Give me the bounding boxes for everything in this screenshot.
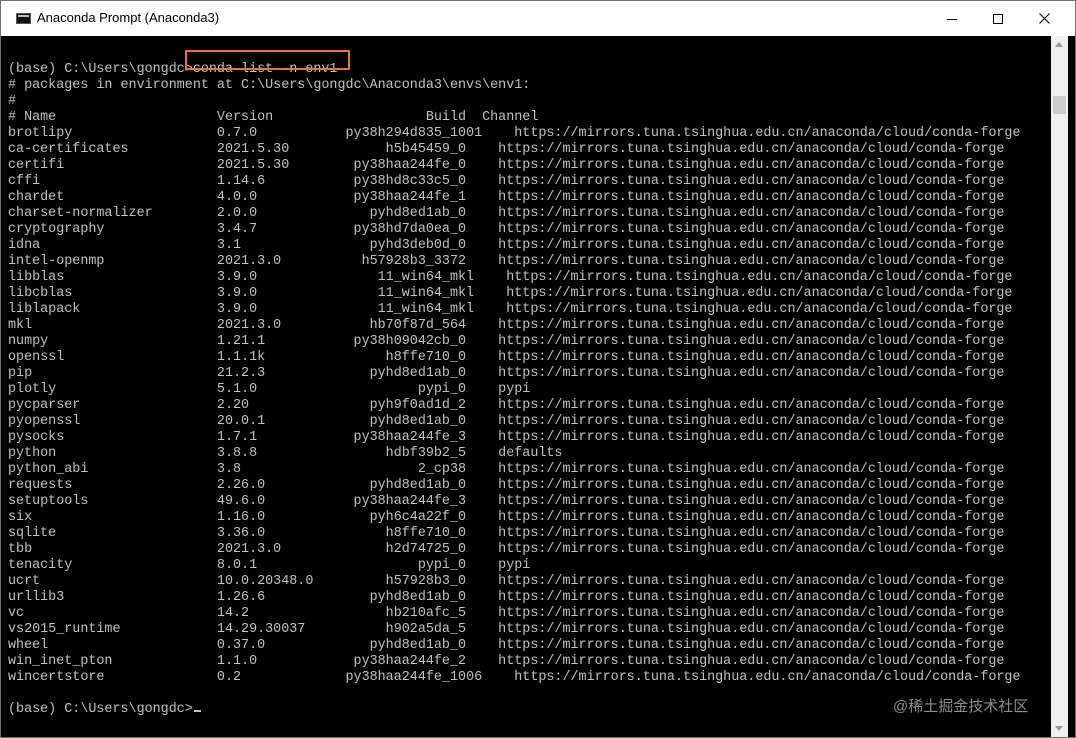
console-line: cryptography 3.4.7 py38hd7da0ea_0 https:…: [8, 222, 1005, 237]
console-line: ca-certificates 2021.5.30 h5b45459_0 htt…: [8, 142, 1005, 157]
console-line: requests 2.26.0 pyhd8ed1ab_0 https://mir…: [8, 478, 1005, 493]
console-line: #: [8, 94, 17, 109]
vertical-scrollbar[interactable]: [1051, 36, 1068, 737]
console-line: liblapack 3.9.0 11_win64_mkl https://mir…: [8, 302, 1013, 317]
console-line: tbb 2021.3.0 h2d74725_0 https://mirrors.…: [8, 542, 1005, 557]
console-line: ucrt 10.0.20348.0 h57928b3_0 https://mir…: [8, 574, 1005, 589]
console-line: charset-normalizer 2.0.0 pyhd8ed1ab_0 ht…: [8, 206, 1005, 221]
window-title: Anaconda Prompt (Anaconda3): [37, 10, 220, 25]
console-line: certifi 2021.5.30 py38haa244fe_0 https:/…: [8, 158, 1005, 173]
scrollbar-thumb[interactable]: [1053, 96, 1066, 114]
text-cursor: [193, 710, 201, 712]
console-line: # Name Version Build Channel: [8, 110, 539, 125]
console-line: # packages in environment at C:\Users\go…: [8, 78, 531, 93]
console-line: six 1.16.0 pyh6c4a22f_0 https://mirrors.…: [8, 510, 1005, 525]
console-line: chardet 4.0.0 py38haa244fe_1 https://mir…: [8, 190, 1005, 205]
console-line: pip 21.2.3 pyhd8ed1ab_0 https://mirrors.…: [8, 366, 1005, 381]
console-line: numpy 1.21.1 py38h09042cb_0 https://mirr…: [8, 334, 1005, 349]
console-line: wincertstore 0.2 py38haa244fe_1006 https…: [8, 670, 1021, 685]
maximize-icon: [993, 14, 1003, 24]
close-icon: [1039, 13, 1050, 24]
console-line: mkl 2021.3.0 hb70f87d_564 https://mirror…: [8, 318, 1005, 333]
console-line: pycparser 2.20 pyh9f0ad1d_2 https://mirr…: [8, 398, 1005, 413]
console-line: setuptools 49.6.0 py38haa244fe_3 https:/…: [8, 494, 1005, 509]
watermark: @稀土掘金技术社区: [893, 698, 1029, 715]
console-line: plotly 5.1.0 pypi_0 pypi: [8, 382, 531, 397]
minimize-button[interactable]: [929, 1, 975, 36]
console-line: sqlite 3.36.0 h8ffe710_0 https://mirrors…: [8, 526, 1005, 541]
console-line: pyopenssl 20.0.1 pyhd8ed1ab_0 https://mi…: [8, 414, 1005, 429]
console-line: python 3.8.8 hdbf39b2_5 defaults: [8, 446, 563, 461]
console-line: idna 3.1 pyhd3deb0d_0 https://mirrors.tu…: [8, 238, 1005, 253]
console-icon: [16, 13, 31, 24]
console-line: vs2015_runtime 14.29.30037 h902a5da_5 ht…: [8, 622, 1005, 637]
console-line: tenacity 8.0.1 pypi_0 pypi: [8, 558, 531, 573]
console-line: vc 14.2 hb210afc_5 https://mirrors.tuna.…: [8, 606, 1005, 621]
command-highlight-box: [185, 50, 350, 70]
console-line: (base) C:\Users\gongdc>: [8, 702, 201, 718]
console-line: intel-openmp 2021.3.0 h57928b3_3372 http…: [8, 254, 1005, 269]
console-window: Anaconda Prompt (Anaconda3) (base) C:\Us…: [0, 0, 1076, 738]
scroll-up-arrow-icon[interactable]: [1051, 36, 1068, 53]
console-line: libcblas 3.9.0 11_win64_mkl https://mirr…: [8, 286, 1013, 301]
console-output[interactable]: (base) C:\Users\gongdc>conda list -n env…: [1, 36, 1051, 737]
console-line: pysocks 1.7.1 py38haa244fe_3 https://mir…: [8, 430, 1005, 445]
console-line: openssl 1.1.1k h8ffe710_0 https://mirror…: [8, 350, 1005, 365]
title-bar[interactable]: Anaconda Prompt (Anaconda3): [1, 1, 1075, 36]
scroll-down-arrow-icon[interactable]: [1051, 720, 1068, 737]
console-line: python_abi 3.8 2_cp38 https://mirrors.tu…: [8, 462, 1005, 477]
console-line: cffi 1.14.6 py38hd8c33c5_0 https://mirro…: [8, 174, 1005, 189]
console-line: win_inet_pton 1.1.0 py38haa244fe_2 https…: [8, 654, 1005, 669]
close-button[interactable]: [1021, 1, 1067, 36]
minimize-icon: [947, 19, 957, 20]
maximize-button[interactable]: [975, 1, 1021, 36]
console-line: brotlipy 0.7.0 py38h294d835_1001 https:/…: [8, 126, 1021, 141]
console-line: urllib3 1.26.6 pyhd8ed1ab_0 https://mirr…: [8, 590, 1005, 605]
console-line: wheel 0.37.0 pyhd8ed1ab_0 https://mirror…: [8, 638, 1005, 653]
console-line: libblas 3.9.0 11_win64_mkl https://mirro…: [8, 270, 1013, 285]
